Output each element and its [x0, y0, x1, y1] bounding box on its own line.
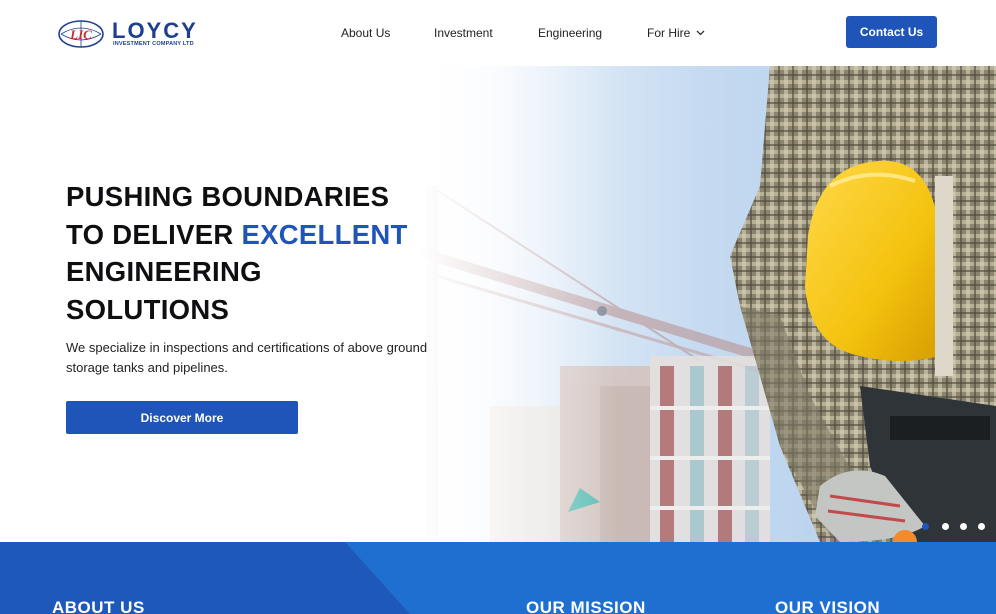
slider-pagination	[922, 523, 992, 533]
hero-heading-line-2-prefix: TO DELIVER	[66, 218, 242, 250]
hero-heading-accent: EXCELLENT	[241, 218, 408, 250]
svg-text:LIC: LIC	[69, 27, 92, 42]
hero-heading-line-4: SOLUTIONS	[66, 293, 230, 325]
discover-more-button[interactable]: Discover More	[66, 401, 298, 434]
logo-subtitle: INVESTMENT COMPANY LTD	[113, 41, 194, 47]
our-mission-heading: OUR MISSION	[526, 598, 646, 614]
info-band: ABOUT US OUR MISSION OUR VISION	[0, 542, 996, 614]
our-vision-heading: OUR VISION	[775, 598, 881, 614]
nav-about-us[interactable]: About Us	[341, 26, 390, 40]
company-logo[interactable]: LIC LOYCY INVESTMENT COMPANY LTD	[57, 19, 207, 53]
slider-dot-4[interactable]	[978, 523, 985, 530]
chevron-down-icon	[696, 30, 705, 36]
site-header: LIC LOYCY INVESTMENT COMPANY LTD About U…	[0, 0, 996, 66]
nav-engineering[interactable]: Engineering	[538, 26, 602, 40]
hero-description: We specialize in inspections and certifi…	[66, 340, 428, 375]
nav-for-hire[interactable]: For Hire	[647, 26, 705, 40]
hero-heading-line-2: TO DELIVER EXCELLENT	[66, 216, 486, 254]
hero-banner: PUSHING BOUNDARIES TO DELIVER EXCELLENT …	[0, 66, 996, 542]
slider-dot-3[interactable]	[960, 523, 967, 530]
contact-us-button[interactable]: Contact Us	[846, 16, 937, 48]
hero-heading-line-1: PUSHING BOUNDARIES	[66, 181, 390, 212]
logo-emblem-icon: LIC	[58, 20, 104, 48]
hero-heading: PUSHING BOUNDARIES TO DELIVER EXCELLENT …	[66, 178, 486, 328]
nav-investment[interactable]: Investment	[434, 26, 493, 40]
hero-heading-line-3: ENGINEERING	[66, 256, 262, 287]
nav-for-hire-label: For Hire	[647, 26, 691, 40]
logo-wordmark: LOYCY	[112, 18, 198, 43]
about-us-heading: ABOUT US	[52, 598, 145, 614]
slider-dot-1[interactable]	[922, 523, 929, 530]
slider-dot-2[interactable]	[942, 523, 949, 530]
